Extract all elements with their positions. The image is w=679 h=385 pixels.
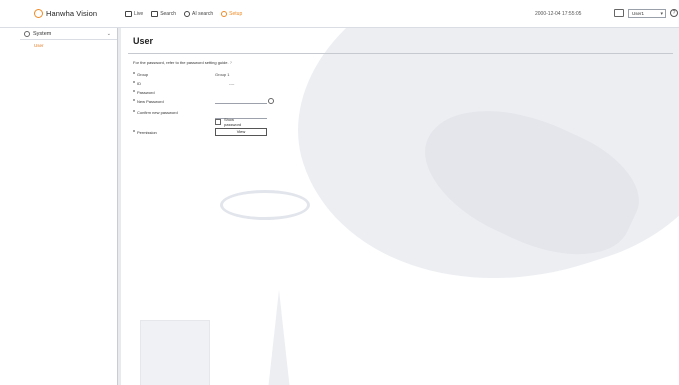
top-bar: Hanwha Vision Live Search AI search Setu… [0,0,679,28]
view-button[interactable]: View [215,128,267,136]
ai-search-icon [184,10,191,17]
password-guide-note: For the password, refer to the password … [133,60,232,65]
user-select[interactable]: User1 ▾ [628,9,666,18]
sidebar: System ⌄ User [20,28,121,385]
logo-text: Hanwha Vision [46,9,98,18]
new-password-label: New Password [137,98,164,104]
confirm-password-label: Confirm new password [137,109,178,115]
chevron-down-icon: ⌄ [106,31,111,37]
main-nav: Live Search AI search Setup [125,10,242,17]
gear-icon [24,30,30,37]
main-content: User For the password, refer to the pass… [124,28,679,385]
gear-icon [221,10,228,17]
sidebar-item-user[interactable]: User [20,43,117,48]
logo-icon [34,9,43,18]
nav-live[interactable]: Live [125,10,143,17]
nav-ai-search[interactable]: AI search [184,10,213,17]
search-icon [151,10,159,17]
nav-search[interactable]: Search [151,10,176,17]
eye-icon[interactable] [268,98,274,104]
group-label: Group [137,71,149,77]
nav-setup[interactable]: Setup [221,10,242,17]
help-icon[interactable]: ? [230,60,232,65]
display-icon[interactable] [614,9,624,17]
show-password-label: Show password [224,117,242,127]
sidebar-header[interactable]: System ⌄ [20,28,117,40]
datetime: 2000-12-04 17:55:05 [535,11,582,17]
logo[interactable]: Hanwha Vision [34,9,118,18]
help-icon[interactable]: ? [670,9,678,17]
chevron-down-icon: ▾ [660,11,663,17]
monitor-icon [125,10,132,17]
show-password-checkbox[interactable] [215,119,221,125]
title-divider [128,53,673,54]
new-password-field[interactable] [215,98,267,104]
permission-label: Permission [137,129,157,135]
id-value: ---- [229,80,235,86]
id-label: ID [137,80,141,86]
sidebar-divider [118,28,121,385]
sidebar-title: System [33,30,52,37]
group-value: Group 1 [215,71,230,77]
password-label: Password [137,89,155,95]
page-title: User [133,36,154,46]
